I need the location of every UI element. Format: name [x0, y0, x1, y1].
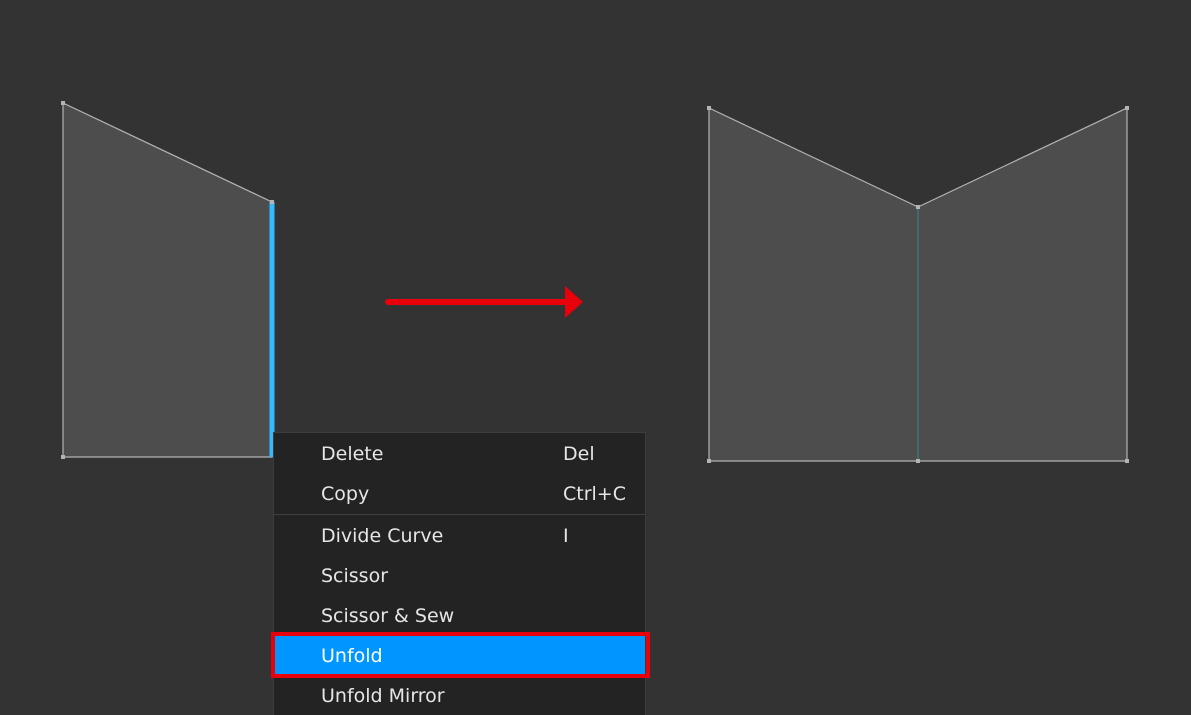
menu-item-scissor-and-sew[interactable]: Scissor & Sew	[274, 596, 645, 636]
vertex-point[interactable]	[1125, 106, 1129, 110]
vertex-point[interactable]	[61, 101, 65, 105]
menu-item-shortcut: I	[563, 525, 569, 547]
context-menu: Delete Del Copy Ctrl+C Divide Curve I Sc…	[273, 432, 646, 715]
menu-item-label: Scissor & Sew	[321, 605, 455, 627]
menu-item-shortcut: Ctrl+C	[563, 483, 626, 505]
vertex-point[interactable]	[270, 200, 274, 204]
pattern-after[interactable]	[707, 106, 1129, 463]
vertex-point[interactable]	[61, 455, 65, 459]
vertex-point[interactable]	[1125, 459, 1129, 463]
pattern-piece-before[interactable]	[62, 102, 273, 458]
vertex-point[interactable]	[916, 205, 920, 209]
menu-item-scissor[interactable]: Scissor	[274, 556, 645, 596]
menu-item-shortcut: Del	[563, 443, 595, 465]
menu-item-divide-curve[interactable]: Divide Curve I	[274, 516, 645, 556]
menu-item-label: Unfold Mirror	[321, 685, 445, 707]
menu-item-label: Divide Curve	[321, 525, 444, 547]
menu-item-label: Scissor	[321, 565, 389, 587]
pattern-before[interactable]	[61, 101, 275, 459]
right-arrow-icon	[385, 286, 583, 318]
menu-item-label: Delete	[321, 443, 384, 465]
menu-item-unfold[interactable]: Unfold	[274, 636, 645, 676]
menu-item-label: Copy	[321, 483, 370, 505]
vertex-point[interactable]	[707, 459, 711, 463]
menu-item-unfold-mirror[interactable]: Unfold Mirror	[274, 676, 645, 715]
menu-item-label: Unfold	[321, 645, 383, 667]
vertex-point[interactable]	[916, 459, 920, 463]
menu-item-copy[interactable]: Copy Ctrl+C	[274, 474, 645, 514]
menu-item-delete[interactable]: Delete Del	[274, 434, 645, 474]
vertex-point[interactable]	[707, 106, 711, 110]
menu-separator	[274, 514, 645, 515]
